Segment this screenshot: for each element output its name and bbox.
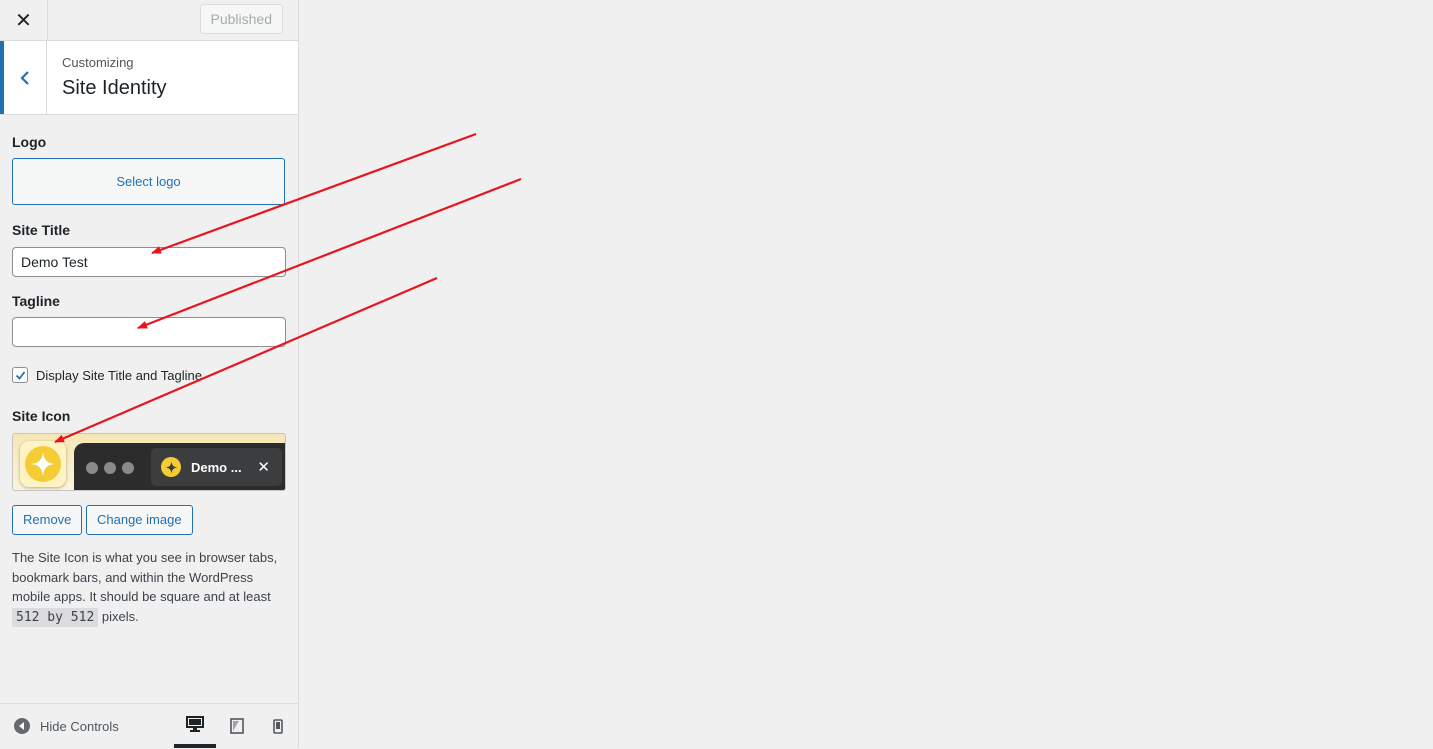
site-icon-description: The Site Icon is what you see in browser… [12, 548, 290, 627]
close-icon: ✕ [15, 9, 32, 32]
tab-close-icon: ✕ [257, 459, 270, 476]
description-text-end: pixels. [98, 608, 139, 624]
mobile-preview-button[interactable] [257, 704, 299, 748]
sparkle-icon [25, 446, 61, 482]
customizer-sidebar: ✕ Published Customizing Site Identity Lo… [0, 0, 299, 749]
app-icon-preview [20, 441, 66, 487]
collapse-icon [14, 718, 30, 734]
close-button[interactable]: ✕ [0, 0, 48, 40]
site-icon-preview: Demo ... ✕ [12, 433, 286, 491]
description-text: The Site Icon is what you see in browser… [12, 550, 278, 604]
tab-title: Demo ... [191, 459, 242, 475]
site-title-label: Site Title [12, 222, 71, 238]
page-title: Site Identity [62, 77, 167, 99]
logo-label: Logo [12, 134, 47, 150]
hide-controls-button[interactable]: Hide Controls [14, 718, 119, 734]
display-title-tagline-label: Display Site Title and Tagline [36, 367, 202, 383]
remove-button[interactable]: Remove [12, 505, 83, 535]
customizer-footer: Hide Controls [0, 703, 298, 749]
size-code: 512 by 512 [12, 607, 99, 627]
breadcrumb: Customizing [62, 55, 134, 70]
display-title-tagline-checkbox[interactable] [12, 367, 28, 383]
browser-tab: Demo ... ✕ [151, 448, 282, 486]
window-dots [86, 462, 134, 474]
tablet-icon [230, 718, 244, 734]
section-header: Customizing Site Identity [0, 41, 298, 115]
hide-controls-label: Hide Controls [40, 718, 119, 734]
change-image-button[interactable]: Change image [86, 505, 193, 535]
mobile-icon [273, 718, 283, 734]
tagline-input[interactable] [12, 317, 286, 347]
browser-tab-preview: Demo ... ✕ [74, 443, 285, 490]
back-button[interactable] [0, 41, 47, 114]
favicon-icon [161, 457, 181, 477]
published-button[interactable]: Published [199, 4, 283, 34]
customizer-header: ✕ Published [0, 0, 298, 41]
display-title-tagline-row: Display Site Title and Tagline [12, 367, 202, 383]
checkmark-icon [15, 370, 25, 380]
site-icon-label: Site Icon [12, 408, 71, 424]
tagline-label: Tagline [12, 293, 60, 309]
chevron-left-icon [20, 70, 29, 85]
tablet-preview-button[interactable] [216, 704, 258, 748]
desktop-preview-button[interactable] [174, 704, 216, 748]
site-preview-area [299, 0, 1433, 748]
site-title-input[interactable] [12, 247, 286, 277]
select-logo-button[interactable]: Select logo [12, 158, 285, 205]
desktop-icon [186, 716, 204, 732]
